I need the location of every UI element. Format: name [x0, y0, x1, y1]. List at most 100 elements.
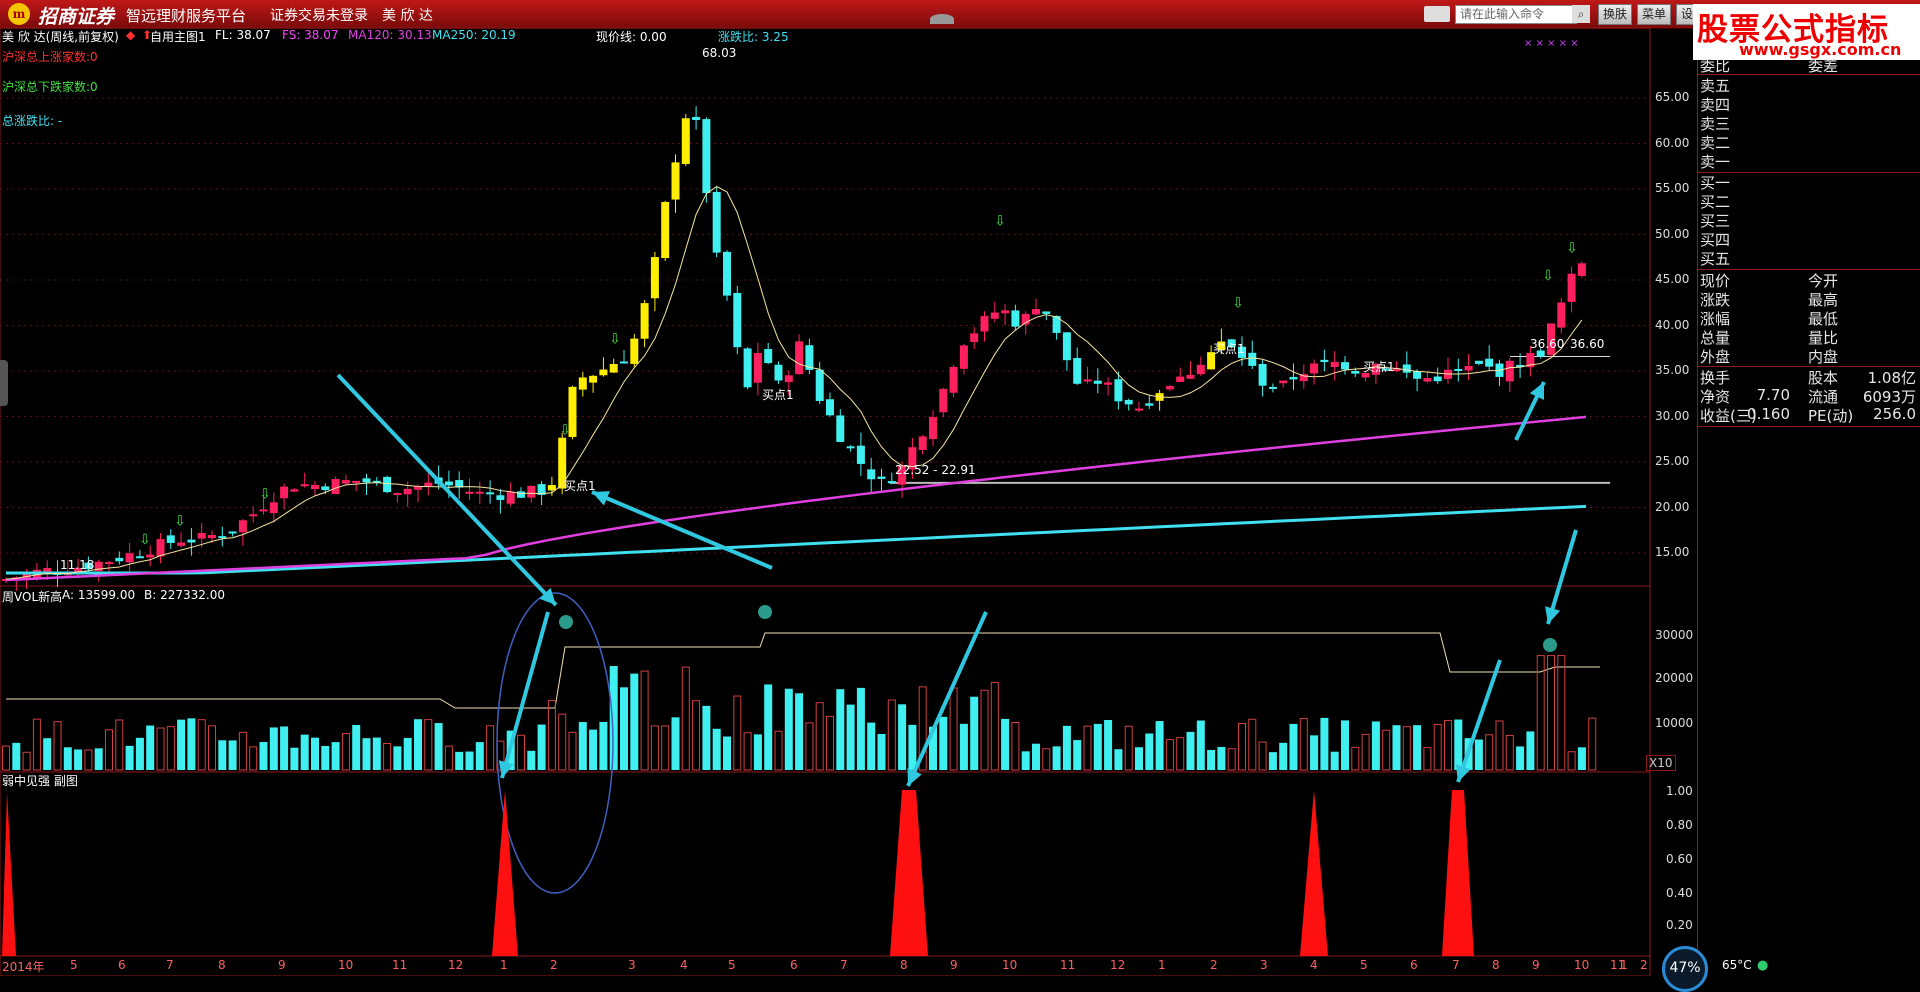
volume-bar: [424, 719, 433, 771]
time-axis-label: 4: [1310, 958, 1318, 972]
main-chart-frame: [0, 27, 1651, 587]
time-axis-label: 5: [728, 958, 736, 972]
right-price-label-1: 36.60: [1530, 337, 1565, 351]
time-axis-label: 3: [628, 958, 636, 972]
time-axis-label: 8: [900, 958, 908, 972]
time-axis-label: 11: [392, 958, 408, 972]
candle-body: [352, 480, 361, 483]
time-axis-label: 8: [218, 958, 226, 972]
volume-bar: [1001, 718, 1010, 770]
candle-body: [156, 539, 165, 557]
buy-signal-icon: ⇩: [1542, 268, 1554, 284]
volume-bar: [1536, 655, 1545, 771]
price-axis-label: 40.00: [1655, 317, 1690, 332]
volume-bar: [43, 738, 52, 770]
volume-bar: [259, 741, 268, 770]
volume-bar: [1526, 731, 1535, 770]
template-label[interactable]: 自用主图1: [150, 28, 206, 45]
lock-icon: ◆: [126, 28, 136, 42]
candle-body: [424, 482, 433, 487]
vol-signal-icon: [1543, 638, 1557, 652]
vol-scale-label[interactable]: X10: [1646, 755, 1676, 771]
high-label: 最高: [1808, 291, 1839, 309]
signal-spike: [1442, 790, 1474, 956]
volume-bar: [269, 727, 278, 770]
candle-body: [1567, 273, 1576, 302]
sub-chart-title: 弱中见强 副图: [2, 774, 78, 788]
candle-body: [609, 363, 618, 373]
candle-body: [867, 469, 876, 480]
volume-bar: [372, 737, 381, 770]
price-axis-label: 50.00: [1655, 226, 1690, 241]
low-label: 最低: [1808, 310, 1839, 328]
candle-body: [383, 476, 392, 493]
candle-body: [1104, 382, 1113, 385]
volume-bar: [1485, 734, 1494, 771]
candle-body: [465, 491, 474, 494]
volume-bar: [1402, 726, 1411, 771]
candle-body: [1320, 359, 1329, 363]
volume-bar: [1258, 741, 1267, 771]
float-label: 流通: [1808, 388, 1839, 406]
candle-body: [166, 535, 175, 543]
cpu-gauge[interactable]: 47%: [1662, 946, 1708, 992]
volume-bar: [1032, 743, 1040, 770]
volume-bar: [1104, 720, 1113, 770]
time-axis-label: 9: [950, 958, 958, 972]
candle-body: [723, 251, 731, 296]
candle-body: [1402, 364, 1411, 373]
candle-body: [321, 486, 330, 491]
side-collapse-tab[interactable]: [0, 360, 8, 406]
candle-body: [547, 485, 556, 491]
candle-body: [228, 531, 237, 534]
volume-bar: [1155, 721, 1164, 770]
candle-body: [578, 377, 587, 390]
vol-chart-frame: [0, 585, 1651, 773]
volume-bar: [1299, 718, 1308, 771]
ask-2-label: 卖二: [1700, 134, 1731, 152]
chart-area[interactable]: ⇩ ⇩ ⇩ ⇩ ⇩ ⇩ ⇩ ⇩ ⇩: [0, 0, 1697, 976]
volume-bar: [692, 700, 701, 771]
volume-label: 总量: [1700, 329, 1731, 347]
ratio-value: 涨跌比: 3.25: [718, 30, 789, 44]
buy-signal-icon: ⇩: [174, 514, 186, 530]
volume-bar: [949, 687, 958, 771]
time-axis-label: 10: [1002, 958, 1018, 972]
inner-label: 内盘: [1808, 348, 1839, 366]
volume-bar: [908, 724, 917, 770]
candle-body: [1196, 364, 1205, 375]
fl-line: [5, 185, 1583, 580]
volume-bar: [146, 725, 155, 770]
candle-body: [743, 348, 752, 388]
quote-panel: 委比 委差 卖五 卖四 卖三 卖二 卖一 买一 买二 买三 买四 买五 现价 涨…: [1697, 57, 1920, 976]
candle-body: [1124, 399, 1133, 405]
open-label: 今开: [1808, 272, 1839, 290]
volume-bar: [1135, 747, 1143, 770]
volume-bar: [1330, 751, 1339, 770]
candle-body: [115, 557, 124, 562]
buy-signal-icon: ⇩: [559, 423, 571, 439]
candle-body: [1413, 371, 1422, 379]
volume-bar: [702, 705, 711, 770]
sub-axis-label: 1.00: [1666, 784, 1693, 798]
candle-body: [784, 375, 793, 383]
change-label: 涨跌: [1700, 291, 1731, 309]
volume-bar: [1238, 723, 1246, 771]
bid-4-label: 买四: [1700, 231, 1731, 249]
volume-bar: [640, 670, 649, 771]
time-axis-label: 2: [550, 958, 558, 972]
volume-bar: [84, 749, 93, 771]
share-capital-label: 股本: [1808, 369, 1839, 387]
volume-bar: [650, 725, 659, 771]
candle-body: [918, 436, 927, 451]
time-axis-label: 2: [1640, 958, 1648, 972]
candle-body: [218, 536, 227, 539]
candle-body: [630, 338, 639, 364]
volume-bar: [1052, 746, 1061, 770]
candle-body: [640, 303, 649, 339]
pe-value: 256.0: [1873, 405, 1916, 423]
buy-point-label: 买点1: [1213, 342, 1245, 356]
volume-bar: [527, 750, 536, 770]
candle-body: [753, 353, 762, 383]
volume-bar: [1454, 719, 1463, 770]
